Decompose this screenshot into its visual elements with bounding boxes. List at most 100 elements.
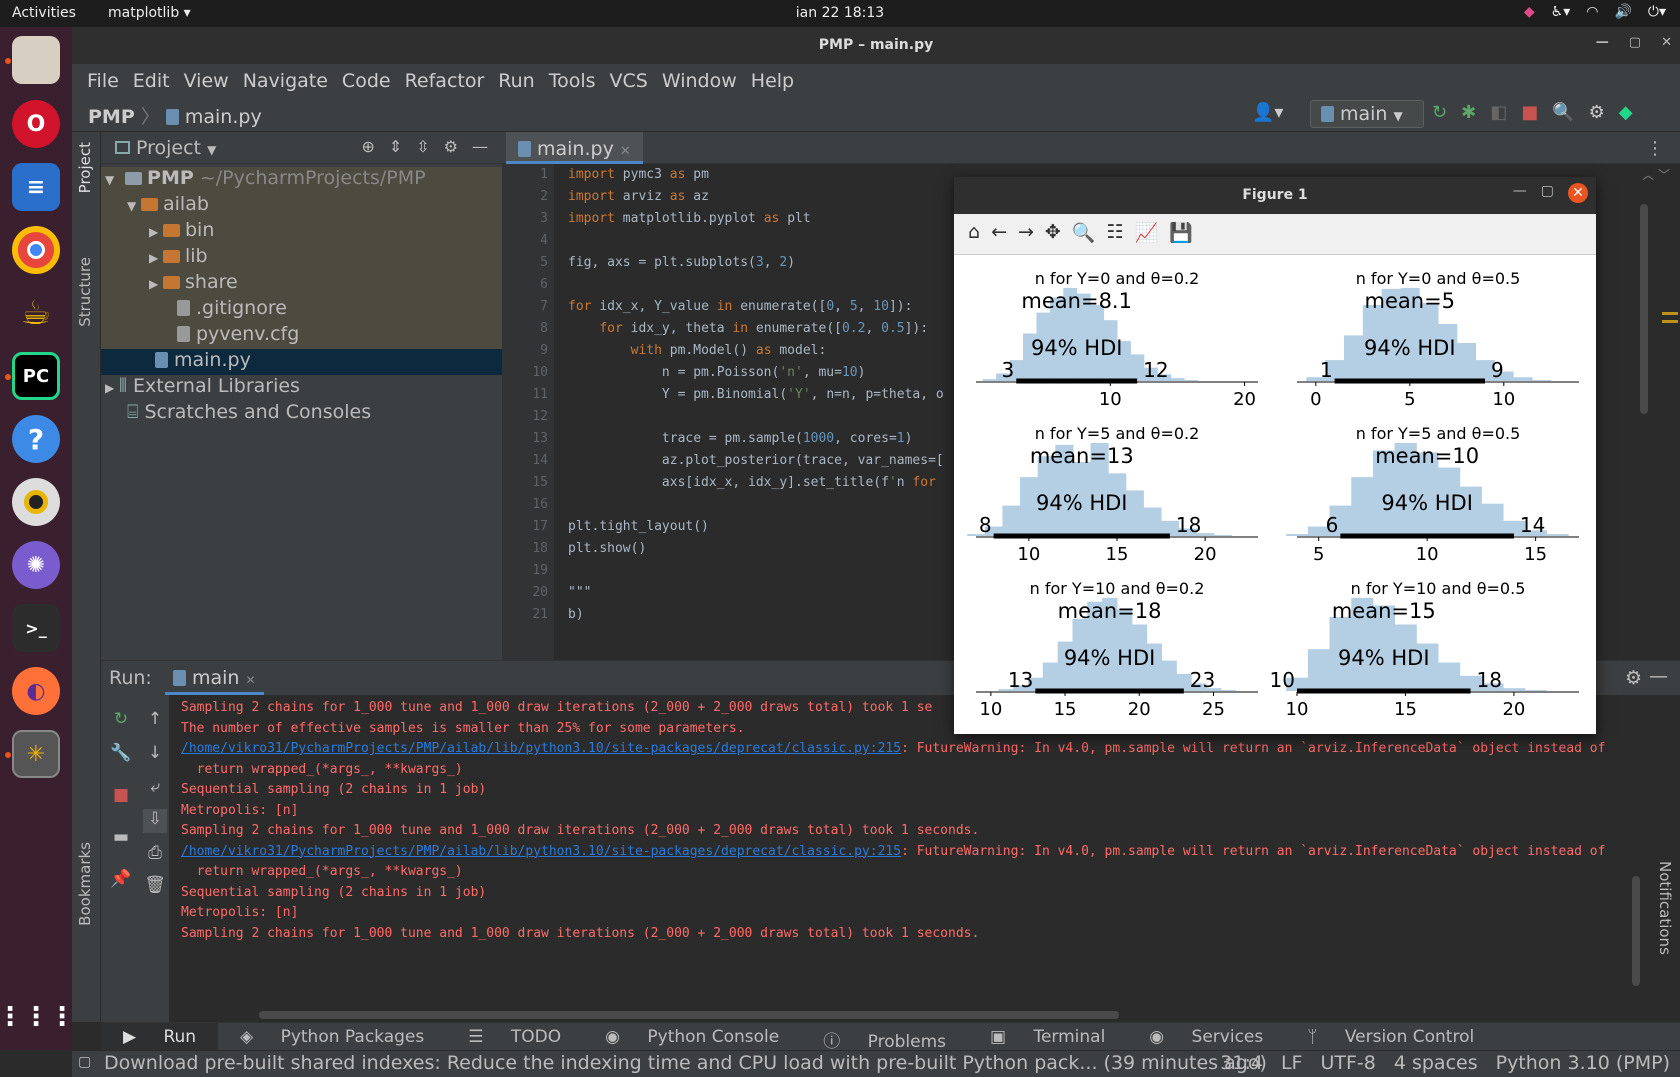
code-line[interactable]: trace = pm.sample(1000, cores=1) [568, 428, 913, 450]
console-output[interactable]: Sampling 2 chains for 1_000 tune and 1_0… [181, 695, 1661, 995]
collapse-all-icon[interactable]: ⇳ [416, 137, 429, 156]
debug-icon[interactable]: ✱ [1461, 102, 1476, 123]
network-icon[interactable]: ✺ [12, 541, 60, 589]
code-line[interactable]: import matplotlib.pyplot as plt [568, 208, 811, 230]
close-icon[interactable]: ✕ [1568, 183, 1588, 203]
pin-icon[interactable]: 📌 [109, 869, 133, 893]
teapot-icon[interactable]: ☕ [12, 289, 60, 337]
figure-canvas[interactable]: 10 20n for Y=0 and θ=0.2mean=8.194% HDI3 1… [954, 255, 1596, 734]
console-horizontal-scrollbar[interactable] [259, 1011, 1119, 1019]
wrench-icon[interactable]: 🔧 [109, 743, 133, 767]
code-line[interactable]: for idx_y, theta in enumerate([0.2, 0.5]… [568, 318, 928, 340]
code-line[interactable]: fig, axs = plt.subplots(3, 2) [568, 252, 795, 274]
chevron-down-icon[interactable]: ▼ [127, 199, 141, 213]
console-file-link[interactable]: /home/vikro31/PycharmProjects/PMP/ailab/… [181, 741, 901, 756]
app-menu[interactable]: matplotlib ▾ [108, 5, 191, 21]
menu-view[interactable]: View [177, 64, 236, 96]
maximize-icon[interactable]: ▢ [1629, 35, 1641, 50]
code-line[interactable]: axs[idx_x, idx_y].set_title(f'n for [568, 472, 936, 494]
menu-vcs[interactable]: VCS [603, 64, 655, 96]
system-tray[interactable]: ◆ ♿▾ ◠ 🔊 ⏻▾ [1524, 4, 1666, 20]
tree-item-share[interactable]: ▶ share [101, 271, 502, 297]
hide-icon[interactable]: — [472, 137, 488, 156]
rerun-icon[interactable]: ↻ [1432, 102, 1447, 123]
forward-icon[interactable]: → [1018, 221, 1034, 247]
stop-icon[interactable]: ■ [1521, 102, 1538, 123]
breadcrumb-file[interactable]: main.py [185, 106, 262, 128]
bottom-tab-python-console[interactable]: ◉ Python Console [583, 1023, 801, 1052]
pan-icon[interactable]: ✥ [1045, 221, 1061, 247]
bottom-tab-todo[interactable]: ☰ TODO [446, 1023, 583, 1052]
writer-icon[interactable]: ≡ [12, 163, 60, 211]
home-icon[interactable]: ⌂ [968, 221, 980, 247]
code-line[interactable]: import pymc3 as pm [568, 164, 709, 186]
menu-file[interactable]: File [80, 64, 126, 96]
code-line[interactable]: Y = pm.Binomial('Y', n=n, p=theta, o [568, 384, 944, 406]
menu-window[interactable]: Window [655, 64, 744, 96]
minimize-icon[interactable]: — [1596, 35, 1609, 50]
console-file-link[interactable]: /home/vikro31/PycharmProjects/PMP/ailab/… [181, 844, 901, 859]
project-side-tab[interactable]: Project [76, 142, 94, 193]
user-icon[interactable]: 👤▾ [1252, 102, 1283, 123]
close-tab-icon[interactable]: ✕ [620, 144, 631, 159]
maximize-icon[interactable]: ▢ [1541, 183, 1554, 203]
zoom-icon[interactable]: 🔍 [1072, 221, 1096, 247]
firefox-icon[interactable]: ◐ [12, 667, 60, 715]
edit-axes-icon[interactable]: 📈 [1135, 221, 1159, 247]
bottom-tab-services[interactable]: ◉ Services [1127, 1023, 1285, 1052]
error-stripe-mark[interactable] [1662, 312, 1678, 315]
inkscape-icon[interactable]: ✳ [12, 730, 60, 778]
run-tab-main[interactable]: main ✕ [165, 661, 264, 695]
expand-all-icon[interactable]: ⇕ [389, 137, 402, 156]
console-vertical-scrollbar[interactable] [1632, 876, 1640, 986]
code-line[interactable]: plt.show() [568, 538, 646, 560]
code-line[interactable]: import arviz as az [568, 186, 709, 208]
more-tabs-icon[interactable]: ⋮ [1646, 138, 1664, 159]
breadcrumb-project[interactable]: PMP [88, 106, 135, 128]
volume-icon[interactable]: 🔊 [1614, 4, 1631, 20]
code-line[interactable]: with pm.Model() as model: [568, 340, 827, 362]
close-icon[interactable]: ✕ [1661, 35, 1672, 50]
status-message[interactable]: Download pre-built shared indexes: Reduc… [104, 1052, 1267, 1074]
rhythmbox-icon[interactable] [12, 478, 60, 526]
code-line[interactable]: n = pm.Poisson('n', mu=10) [568, 362, 866, 384]
bookmarks-side-tab[interactable]: Bookmarks [76, 842, 94, 926]
apps-grid-icon[interactable]: ⋮⋮⋮ [0, 993, 75, 1041]
settings-icon[interactable]: ⚙ [1625, 667, 1642, 689]
menu-refactor[interactable]: Refactor [398, 64, 492, 96]
close-tab-icon[interactable]: ✕ [246, 673, 256, 687]
chevron-right-icon[interactable]: ▶ [149, 251, 163, 265]
up-icon[interactable]: ↑ [143, 709, 167, 733]
chevron-right-icon[interactable]: ▶ [149, 225, 163, 239]
print-icon[interactable]: ⎙ [143, 843, 167, 867]
hide-icon[interactable]: — [1649, 665, 1668, 687]
code-line[interactable]: b) [568, 604, 584, 626]
python-interpreter[interactable]: Python 3.10 (PMP) [1496, 1052, 1670, 1074]
file-encoding[interactable]: UTF-8 [1320, 1052, 1375, 1074]
soft-wrap-icon[interactable]: ⤶ [143, 777, 167, 801]
settings-icon[interactable]: ⚙ [444, 137, 458, 156]
bottom-tab-problems[interactable]: ⓘ Problems [801, 1023, 968, 1052]
bottom-tab-run[interactable]: ▶ Run [101, 1023, 219, 1052]
clock[interactable]: ian 22 18:13 [0, 5, 1680, 21]
rerun-icon[interactable]: ↻ [109, 709, 133, 733]
minimize-icon[interactable]: — [1513, 183, 1527, 203]
scroll-to-end-icon[interactable]: ⇩ [143, 809, 167, 833]
structure-side-tab[interactable]: Structure [76, 257, 94, 327]
indent-setting[interactable]: 4 spaces [1394, 1052, 1478, 1074]
tree-item-gitignore[interactable]: .gitignore [101, 297, 502, 323]
color-picker-icon[interactable]: ◆ [1524, 4, 1535, 20]
menu-navigate[interactable]: Navigate [236, 64, 335, 96]
chrome-icon[interactable] [12, 226, 60, 274]
layout-icon[interactable]: ▬ [109, 827, 133, 851]
code-line[interactable]: az.plot_posterior(trace, var_names=[ [568, 450, 944, 472]
menu-run[interactable]: Run [491, 64, 541, 96]
jetbrains-icon[interactable]: ◆ [1619, 102, 1633, 123]
fold-arrows[interactable]: ︿ ﹀ [1642, 166, 1670, 183]
bottom-tab-terminal[interactable]: ▣ Terminal [968, 1023, 1127, 1052]
activities-button[interactable]: Activities [12, 5, 76, 21]
code-line[interactable]: """ [568, 582, 591, 604]
tree-item-root[interactable]: ▼ PMP ~/PycharmProjects/PMP [101, 167, 502, 193]
tab-main-py[interactable]: main.py ✕ [506, 132, 643, 164]
tree-item-bin[interactable]: ▶ bin [101, 219, 502, 245]
